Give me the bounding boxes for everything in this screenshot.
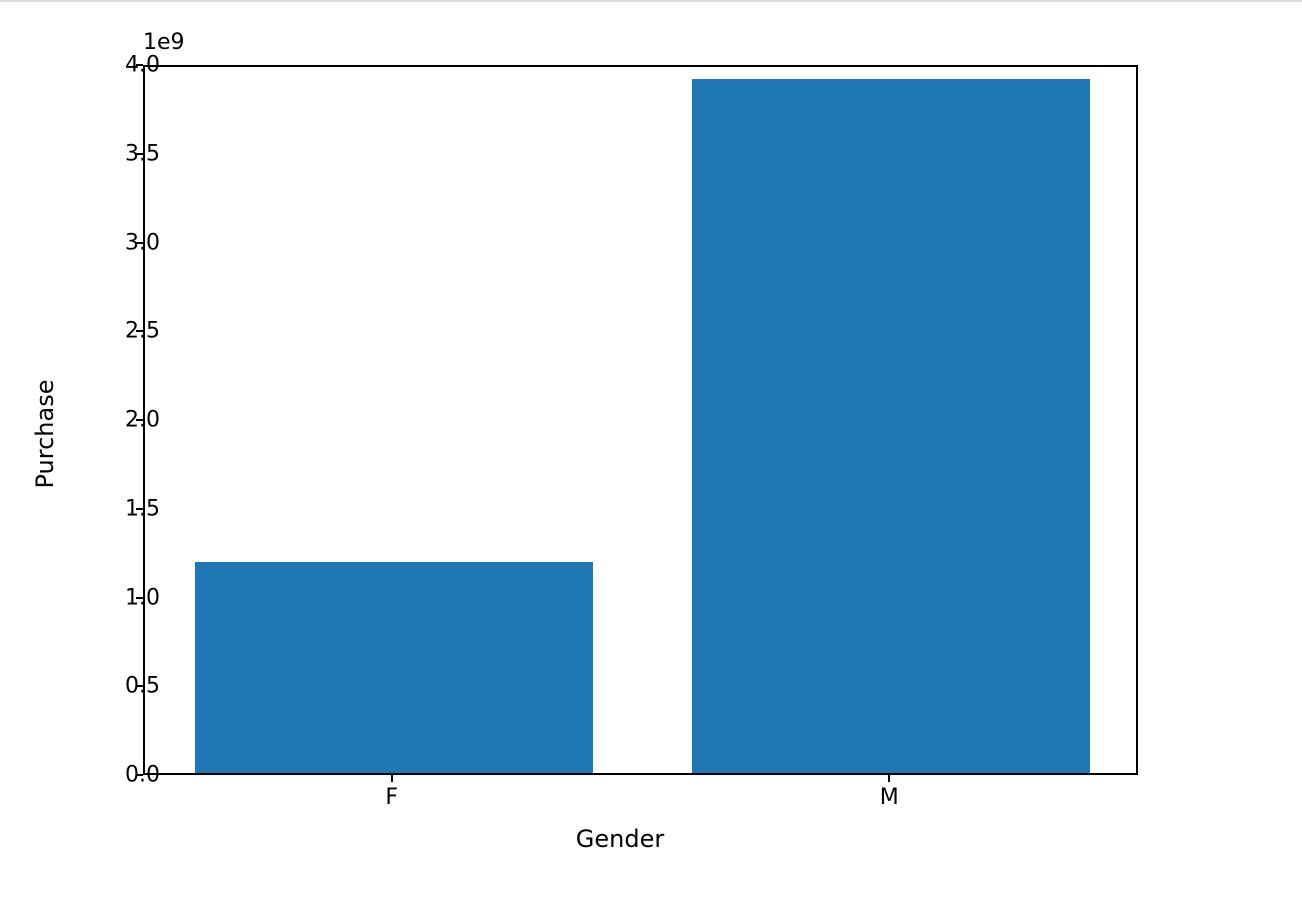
y-tick-label: 4.0 (110, 53, 160, 78)
bar-m (692, 79, 1090, 773)
plot-area (143, 65, 1138, 775)
y-tick-label: 2.5 (110, 319, 160, 344)
y-tick-label: 0.5 (110, 674, 160, 699)
y-tick-mark (136, 774, 143, 776)
y-tick-mark (136, 685, 143, 687)
x-tick-label: F (385, 785, 398, 810)
y-axis-label: Purchase (31, 380, 59, 489)
x-axis-label: Gender (576, 825, 664, 853)
y-tick-mark (136, 597, 143, 599)
y-tick-label: 2.0 (110, 408, 160, 433)
y-tick-label: 0.0 (110, 763, 160, 788)
y-tick-label: 1.5 (110, 496, 160, 521)
y-tick-mark (136, 419, 143, 421)
y-tick-label: 3.5 (110, 141, 160, 166)
y-tick-mark (136, 330, 143, 332)
chart-container: 1e9 0.00.51.01.52.02.53.03.54.0 FM Purch… (75, 30, 1165, 875)
y-tick-mark (136, 153, 143, 155)
bar-f (195, 562, 593, 773)
y-tick-mark (136, 64, 143, 66)
x-tick-label: M (880, 785, 899, 810)
y-axis-offset-text: 1e9 (143, 30, 185, 55)
x-tick-mark (888, 775, 890, 782)
x-tick-mark (391, 775, 393, 782)
y-tick-label: 1.0 (110, 585, 160, 610)
y-tick-mark (136, 242, 143, 244)
y-tick-label: 3.0 (110, 230, 160, 255)
cell-top-border (0, 0, 1302, 2)
y-tick-mark (136, 508, 143, 510)
